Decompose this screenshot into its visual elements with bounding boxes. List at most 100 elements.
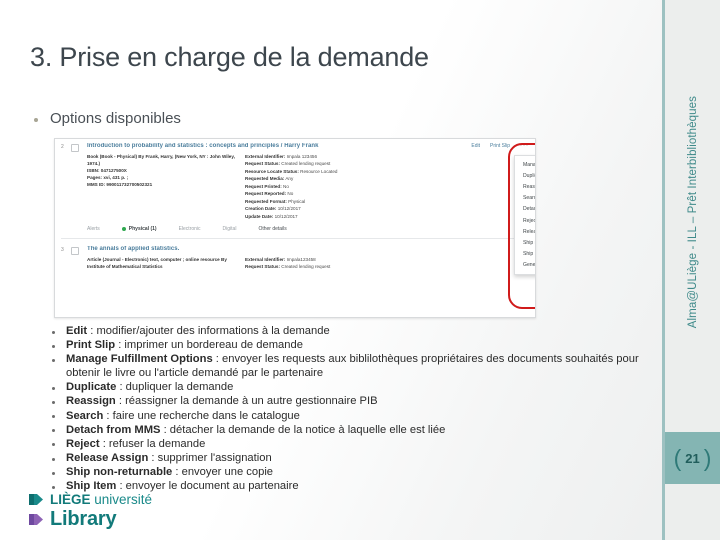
- field-row: Request Printed: No: [245, 183, 529, 190]
- option-desc: : envoyer une copie: [172, 466, 274, 479]
- logo: LIÈGE université Library: [28, 492, 152, 531]
- record-bib-line: Book (Book - Physical) By Frank, Harry, …: [87, 153, 237, 167]
- option-term: Duplicate: [66, 381, 117, 394]
- record-right-column: External Identifier: Impala 123456 Reque…: [245, 153, 529, 220]
- list-item: Release Assign : supprimer l'assignation: [52, 452, 652, 466]
- menu-item-ship-item[interactable]: Ship Item: [515, 249, 535, 260]
- page-number-badge: ( 21 ): [665, 432, 720, 484]
- bullet-dot-icon: [52, 344, 55, 348]
- option-term: Detach from MMS: [66, 423, 161, 436]
- bullet-dot-icon: [52, 443, 55, 447]
- menu-item-detach-from-mms[interactable]: Detach from MMS: [515, 204, 535, 215]
- option-term: Reject: [66, 437, 100, 450]
- record-bib-text: Book (Book - Physical) By Frank, Harry, …: [87, 154, 235, 167]
- list-item: Reject : refuser la demande: [52, 438, 652, 452]
- tab-electronic[interactable]: Electronic: [179, 226, 201, 232]
- field-value: Physical: [288, 198, 306, 204]
- field-label: Creation Date:: [245, 206, 277, 212]
- option-desc: : réassigner la demande à un autre gesti…: [115, 395, 378, 408]
- menu-item-general-message[interactable]: General Message: [515, 260, 535, 271]
- field-row: Request Reported: No: [245, 190, 529, 197]
- option-desc: : supprimer l'assignation: [148, 452, 272, 465]
- logo-universite: université: [94, 492, 153, 507]
- actions-dropdown-menu[interactable]: Manage Fulfillment Options Duplicate Rea…: [514, 155, 535, 275]
- logo-liege: LIÈGE: [50, 492, 91, 507]
- list-item: Print Slip : imprimer un bordereau de de…: [52, 339, 652, 353]
- bracket-right: ): [703, 444, 712, 471]
- field-row: Update Date: 10/12/2017: [245, 213, 529, 220]
- record-bib-text: Article (Journal - Electronic) text, com…: [87, 256, 227, 270]
- option-desc: : dupliquer la demande: [116, 381, 234, 394]
- field-value: Impala123458: [286, 256, 316, 262]
- option-desc: : modifier/ajouter des informations à la…: [87, 325, 330, 337]
- option-term: Manage Fulfillment Options: [66, 353, 213, 366]
- row-checkbox[interactable]: [71, 144, 79, 152]
- tab-physical[interactable]: Physical (1): [122, 226, 157, 232]
- option-term: Edit: [66, 325, 88, 337]
- menu-item-release-assign[interactable]: Release Assign: [515, 226, 535, 237]
- record-title[interactable]: Introduction to probability and statisti…: [87, 143, 529, 149]
- row-checkbox[interactable]: [71, 246, 79, 255]
- field-row: Request Status: Created lending request: [245, 263, 529, 270]
- sidebar: Alma@ULiège - ILL – Prêt Interbibliothèq…: [662, 0, 720, 540]
- table-row[interactable]: 2 Introduction to probability and statis…: [55, 139, 535, 239]
- bullet-dot-icon: [52, 457, 55, 461]
- tab-other-details[interactable]: Other details: [258, 226, 286, 232]
- option-term: Print Slip: [66, 339, 116, 352]
- field-label: Requested Format:: [245, 198, 287, 204]
- page-title: 3. Prise en charge de la demande: [30, 42, 429, 72]
- option-term: Ship non-returnable: [66, 466, 173, 479]
- bullet-dot-icon: [52, 400, 55, 404]
- option-term: Release Assign: [66, 452, 149, 465]
- option-desc: : détacher la demande de la notice à laq…: [160, 423, 446, 436]
- field-value: 10/12/2017: [277, 206, 301, 212]
- field-value: Resource Located: [300, 168, 338, 174]
- table-row[interactable]: 3 The annals of applied statistics. Arti…: [55, 242, 535, 271]
- list-item: Reassign : réassigner la demande à un au…: [52, 395, 652, 409]
- bracket-left: (: [673, 444, 682, 471]
- field-value: Created lending request: [281, 161, 331, 167]
- row-divider: [61, 237, 529, 239]
- sidebar-vertical-label: Alma@ULiège - ILL – Prêt Interbibliothèq…: [665, 0, 720, 424]
- option-desc: : refuser la demande: [99, 437, 206, 450]
- field-label: External Identifier:: [245, 256, 286, 262]
- field-row: Request Status: Created lending request: [245, 160, 529, 167]
- list-item: Duplicate : dupliquer la demande: [52, 381, 652, 395]
- menu-item-search[interactable]: Search: [515, 193, 535, 204]
- bullet-dot-icon: [52, 485, 55, 489]
- menu-item-duplicate[interactable]: Duplicate: [515, 170, 535, 181]
- tab-digital[interactable]: Digital: [223, 226, 237, 232]
- field-row: Requested Format: Physical: [245, 198, 529, 205]
- tab-alerts[interactable]: Alerts: [87, 226, 100, 232]
- record-bib-line: Article (Journal - Electronic) text, com…: [87, 256, 237, 270]
- sidebar-vertical-text: Alma@ULiège - ILL – Prêt Interbibliothèq…: [686, 95, 699, 329]
- record-mmsid: MMS ID: 990011732700502321: [87, 181, 237, 188]
- bullet-dot-icon: [52, 386, 55, 390]
- bullet-dot-icon: [52, 429, 55, 433]
- menu-item-reject[interactable]: Reject: [515, 215, 535, 226]
- field-value: 10/12/2017: [274, 213, 298, 219]
- field-label: Requested Media:: [245, 176, 285, 182]
- record-title[interactable]: The annals of applied statistics.: [87, 246, 529, 252]
- menu-item-ship-non-returnable[interactable]: Ship non-returnable: [515, 237, 535, 248]
- field-label: Update Date:: [245, 213, 274, 219]
- field-row: External Identifier: Impala123458: [245, 256, 529, 263]
- row-number: 2: [61, 144, 64, 150]
- record-right-column: External Identifier: Impala123458 Reques…: [245, 256, 529, 271]
- logo-line1: LIÈGE université: [50, 492, 152, 507]
- option-term: Reassign: [66, 395, 116, 408]
- arrow-purple-icon: [29, 514, 43, 525]
- option-desc: : imprimer un bordereau de demande: [115, 339, 303, 352]
- record-pages: Pages: xvi, 431 p. ;: [87, 174, 237, 181]
- menu-item-reassign[interactable]: Reassign: [515, 181, 535, 192]
- field-row: Creation Date: 10/12/2017: [245, 205, 529, 212]
- option-desc: : faire une recherche dans le catalogue: [103, 409, 300, 422]
- menu-item-manage-fulfillment-options[interactable]: Manage Fulfillment Options: [515, 159, 535, 170]
- row-number: 3: [61, 246, 64, 253]
- bullet-dot-icon: [52, 330, 55, 334]
- record-tabs: Alerts Physical (1) Electronic Digital O…: [87, 226, 529, 235]
- option-term: Search: [66, 409, 104, 422]
- record-left-column: Book (Book - Physical) By Frank, Harry, …: [87, 153, 245, 220]
- field-value: Impala 123456: [286, 154, 318, 159]
- field-label: Request Reported:: [245, 191, 287, 197]
